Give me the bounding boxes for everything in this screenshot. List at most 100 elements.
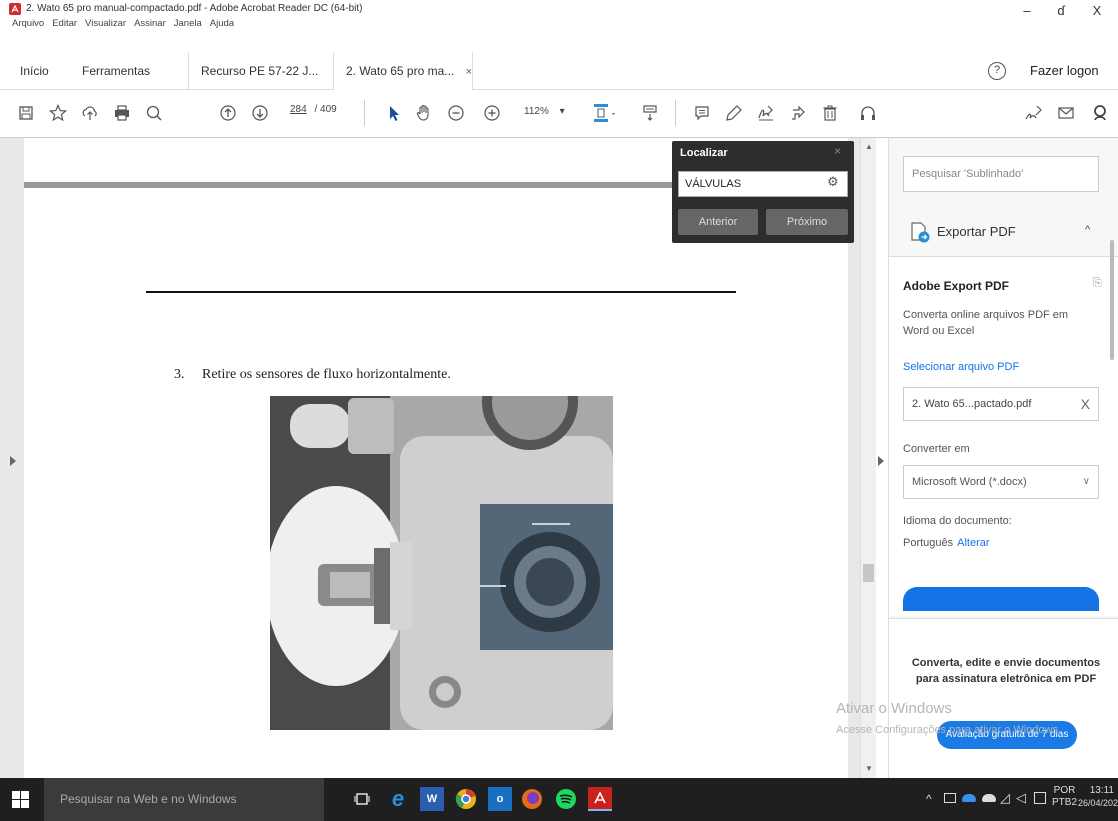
close-find-icon[interactable]: × bbox=[834, 144, 841, 158]
remove-file-icon[interactable]: X bbox=[1081, 388, 1090, 420]
language-value: Português Alterar bbox=[903, 537, 990, 549]
clock[interactable]: 13:11 26/04/2022 bbox=[1078, 785, 1118, 809]
hand-tool-icon[interactable] bbox=[412, 100, 436, 126]
taskbar-search-input[interactable]: Pesquisar na Web e no Windows bbox=[44, 778, 324, 821]
promo-footer: Converta, edite e envie documentos para … bbox=[889, 618, 1118, 778]
tab-ferramentas[interactable]: Ferramentas bbox=[70, 52, 162, 90]
login-link[interactable]: Fazer logon bbox=[1030, 52, 1099, 90]
outlook-icon[interactable]: o bbox=[488, 787, 512, 811]
share-link-icon[interactable] bbox=[786, 100, 810, 126]
export-pdf-header[interactable]: Exportar PDF ^ bbox=[889, 212, 1118, 252]
upload-cloud-icon[interactable] bbox=[78, 100, 102, 126]
expand-left-panel-icon[interactable] bbox=[10, 456, 16, 466]
window-title: 2. Wato 65 pro manual-compactado.pdf - A… bbox=[26, 3, 363, 14]
minimize-button[interactable]: – bbox=[1012, 3, 1042, 18]
restore-button[interactable]: ɗ bbox=[1046, 3, 1076, 18]
bookmark-star-icon[interactable] bbox=[46, 100, 70, 126]
windows-start-icon[interactable] bbox=[12, 791, 29, 808]
current-page-input[interactable]: 284 bbox=[290, 104, 307, 115]
activation-watermark-title: Ativar o Windows bbox=[836, 700, 952, 717]
menu-arquivo[interactable]: Arquivo bbox=[12, 18, 44, 29]
find-panel: Localizar × VÁLVULAS ⚙ Anterior Próximo bbox=[672, 141, 854, 243]
firefox-icon[interactable] bbox=[520, 787, 544, 811]
tools-search-input[interactable]: Pesquisar 'Sublinhado' bbox=[903, 156, 1099, 192]
acrobat-taskbar-icon[interactable] bbox=[588, 787, 612, 811]
tools-scroll-thumb[interactable] bbox=[1110, 240, 1114, 360]
tab-inicio[interactable]: Início bbox=[8, 52, 61, 90]
comment-icon[interactable] bbox=[690, 100, 714, 126]
convert-format-select[interactable]: Microsoft Word (*.docx) ∨ bbox=[903, 465, 1099, 499]
volume-icon[interactable]: ◁ bbox=[1016, 790, 1026, 806]
convert-button[interactable] bbox=[903, 587, 1099, 611]
document-scrollbar[interactable]: ▲ ▼ bbox=[860, 138, 876, 778]
export-pdf-body: Adobe Export PDF ⎘ Converta online arqui… bbox=[889, 256, 1118, 616]
chevron-down-icon: ∨ bbox=[1082, 476, 1090, 487]
previous-page-icon[interactable] bbox=[216, 100, 240, 126]
menu-janela[interactable]: Janela bbox=[174, 18, 202, 29]
tools-pane: Pesquisar 'Sublinhado' Exportar PDF ^ Ad… bbox=[888, 138, 1118, 778]
tab-wato-manual[interactable]: 2. Wato 65 pro ma... × bbox=[333, 52, 473, 90]
word-icon[interactable]: W bbox=[420, 787, 444, 811]
select-pdf-link[interactable]: Selecionar arquivo PDF bbox=[903, 361, 1019, 373]
fill-sign-pen-icon[interactable] bbox=[1022, 100, 1046, 126]
chevron-up-icon[interactable]: ^ bbox=[1085, 224, 1090, 236]
network-icon[interactable]: ◿ bbox=[1000, 790, 1010, 806]
acrobat-logo-icon bbox=[9, 3, 21, 15]
help-icon[interactable]: ? bbox=[988, 62, 1006, 80]
menu-ajuda[interactable]: Ajuda bbox=[210, 18, 234, 29]
toolbar: 284 / 409 112% ▾ bbox=[0, 90, 1118, 138]
print-icon[interactable] bbox=[110, 100, 134, 126]
service-info-icon: ⎘ bbox=[1093, 277, 1102, 289]
save-icon[interactable] bbox=[14, 100, 38, 126]
collapse-right-panel-icon[interactable] bbox=[878, 456, 884, 466]
find-input[interactable]: VÁLVULAS bbox=[678, 171, 848, 197]
page-header-rule bbox=[24, 182, 700, 188]
zoom-search-icon[interactable] bbox=[142, 100, 166, 126]
zoom-dropdown[interactable]: 112% ▾ bbox=[524, 106, 565, 117]
menu-assinar[interactable]: Assinar bbox=[134, 18, 166, 29]
close-window-button[interactable]: X bbox=[1082, 3, 1112, 18]
instruction-step: 3. Retire os sensores de fluxo horizonta… bbox=[174, 367, 451, 383]
chrome-icon[interactable] bbox=[454, 787, 478, 811]
find-previous-button[interactable]: Anterior bbox=[678, 209, 758, 235]
scroll-down-icon[interactable]: ▼ bbox=[865, 764, 873, 773]
step-number: 3. bbox=[174, 367, 185, 382]
convert-format-value: Microsoft Word (*.docx) bbox=[912, 476, 1027, 488]
change-language-link[interactable]: Alterar bbox=[957, 537, 989, 549]
menu-visualizar[interactable]: Visualizar bbox=[85, 18, 126, 29]
tab-recurso[interactable]: Recurso PE 57-22 J... bbox=[188, 52, 330, 90]
page-indicator: 284 / 409 bbox=[290, 104, 337, 115]
tray-caret-icon[interactable]: ^ bbox=[926, 792, 932, 806]
onedrive-cloud-icon[interactable] bbox=[962, 794, 976, 802]
zoom-out-icon[interactable] bbox=[444, 100, 468, 126]
zoom-value: 112% bbox=[524, 106, 549, 117]
tools-pane-scrollbar[interactable] bbox=[1110, 210, 1116, 610]
email-icon[interactable] bbox=[1054, 100, 1078, 126]
menu-editar[interactable]: Editar bbox=[52, 18, 77, 29]
delete-trash-icon[interactable] bbox=[818, 100, 842, 126]
edge-browser-icon[interactable]: e bbox=[386, 786, 410, 811]
highlight-pen-icon[interactable] bbox=[722, 100, 746, 126]
read-aloud-icon[interactable] bbox=[856, 100, 880, 126]
chevron-down-icon: ▾ bbox=[559, 106, 565, 117]
keyboard-icon[interactable] bbox=[1034, 792, 1046, 804]
select-cursor-icon[interactable] bbox=[382, 100, 406, 126]
gear-icon[interactable]: ⚙ bbox=[827, 174, 839, 190]
scroll-mode-icon[interactable] bbox=[638, 100, 662, 126]
zoom-in-icon[interactable] bbox=[480, 100, 504, 126]
task-view-icon[interactable] bbox=[350, 787, 374, 811]
fit-page-icon[interactable] bbox=[590, 100, 620, 126]
scroll-up-icon[interactable]: ▲ bbox=[865, 142, 873, 151]
spotify-icon[interactable] bbox=[554, 787, 578, 811]
language-indicator[interactable]: POR PTB2 bbox=[1052, 785, 1077, 809]
toolbar-divider bbox=[364, 100, 365, 126]
next-page-icon[interactable] bbox=[248, 100, 272, 126]
sign-icon[interactable] bbox=[754, 100, 778, 126]
close-tab-icon[interactable]: × bbox=[466, 66, 472, 78]
tab-bar: Início Ferramentas Recurso PE 57-22 J...… bbox=[0, 52, 1118, 90]
find-next-button[interactable]: Próximo bbox=[766, 209, 848, 235]
account-icon[interactable] bbox=[1088, 100, 1112, 126]
cloud-sync-icon[interactable] bbox=[982, 794, 996, 802]
battery-icon[interactable] bbox=[944, 793, 956, 803]
scrollbar-thumb[interactable] bbox=[863, 564, 874, 582]
